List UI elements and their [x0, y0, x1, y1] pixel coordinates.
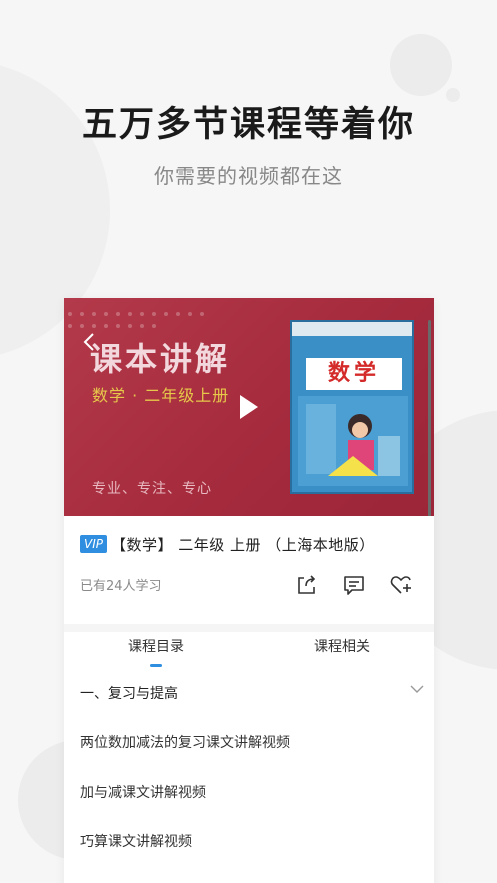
book-header — [292, 322, 412, 336]
vip-badge: VIP — [80, 535, 107, 553]
video-title: 课本讲解 — [90, 340, 231, 378]
lesson-item[interactable]: 巧算课文讲解视频 — [80, 831, 192, 851]
video-player[interactable]: 课本讲解 数学 · 二年级上册 专业、专注、专心 数学 — [64, 298, 434, 516]
back-icon[interactable] — [82, 332, 96, 352]
app-screen-card: 课本讲解 数学 · 二年级上册 专业、专注、专心 数学 VIP 【数学】 二年级… — [64, 298, 434, 883]
promo-page: 五万多节课程等着你 你需要的视频都在这 课本讲解 数学 · 二年级上册 专业、专… — [0, 0, 497, 883]
decor-circle — [390, 34, 452, 96]
promo-headline: 五万多节课程等着你 — [81, 105, 415, 145]
heart-plus-icon[interactable] — [389, 573, 413, 597]
lesson-item[interactable]: 两位数加减法的复习课文讲解视频 — [80, 732, 290, 752]
promo-subline: 你需要的视频都在这 — [154, 164, 343, 188]
catalog-section-title[interactable]: 一、复习与提高 — [80, 683, 178, 703]
book-title: 数学 — [306, 358, 402, 390]
lesson-item[interactable]: 加与减课文讲解视频 — [80, 782, 206, 802]
tab-related[interactable]: 课程相关 — [314, 636, 370, 656]
textbook-cover: 数学 — [290, 320, 414, 494]
chevron-down-icon[interactable] — [410, 684, 424, 694]
active-tab-indicator — [150, 664, 162, 667]
play-icon[interactable] — [238, 393, 260, 421]
comment-icon[interactable] — [342, 573, 366, 597]
course-title-row: VIP 【数学】 二年级 上册 （上海本地版） — [80, 532, 375, 556]
course-title: 【数学】 二年级 上册 （上海本地版） — [110, 535, 375, 554]
section-divider — [64, 624, 434, 632]
video-subtitle: 数学 · 二年级上册 — [92, 386, 230, 405]
share-icon[interactable] — [294, 573, 318, 597]
scrollbar[interactable] — [428, 320, 431, 516]
tab-catalog[interactable]: 课程目录 — [128, 636, 184, 656]
book-illustration — [298, 396, 408, 486]
video-slogan: 专业、专注、专心 — [92, 481, 212, 497]
learner-count: 已有24人学习 — [80, 579, 162, 594]
